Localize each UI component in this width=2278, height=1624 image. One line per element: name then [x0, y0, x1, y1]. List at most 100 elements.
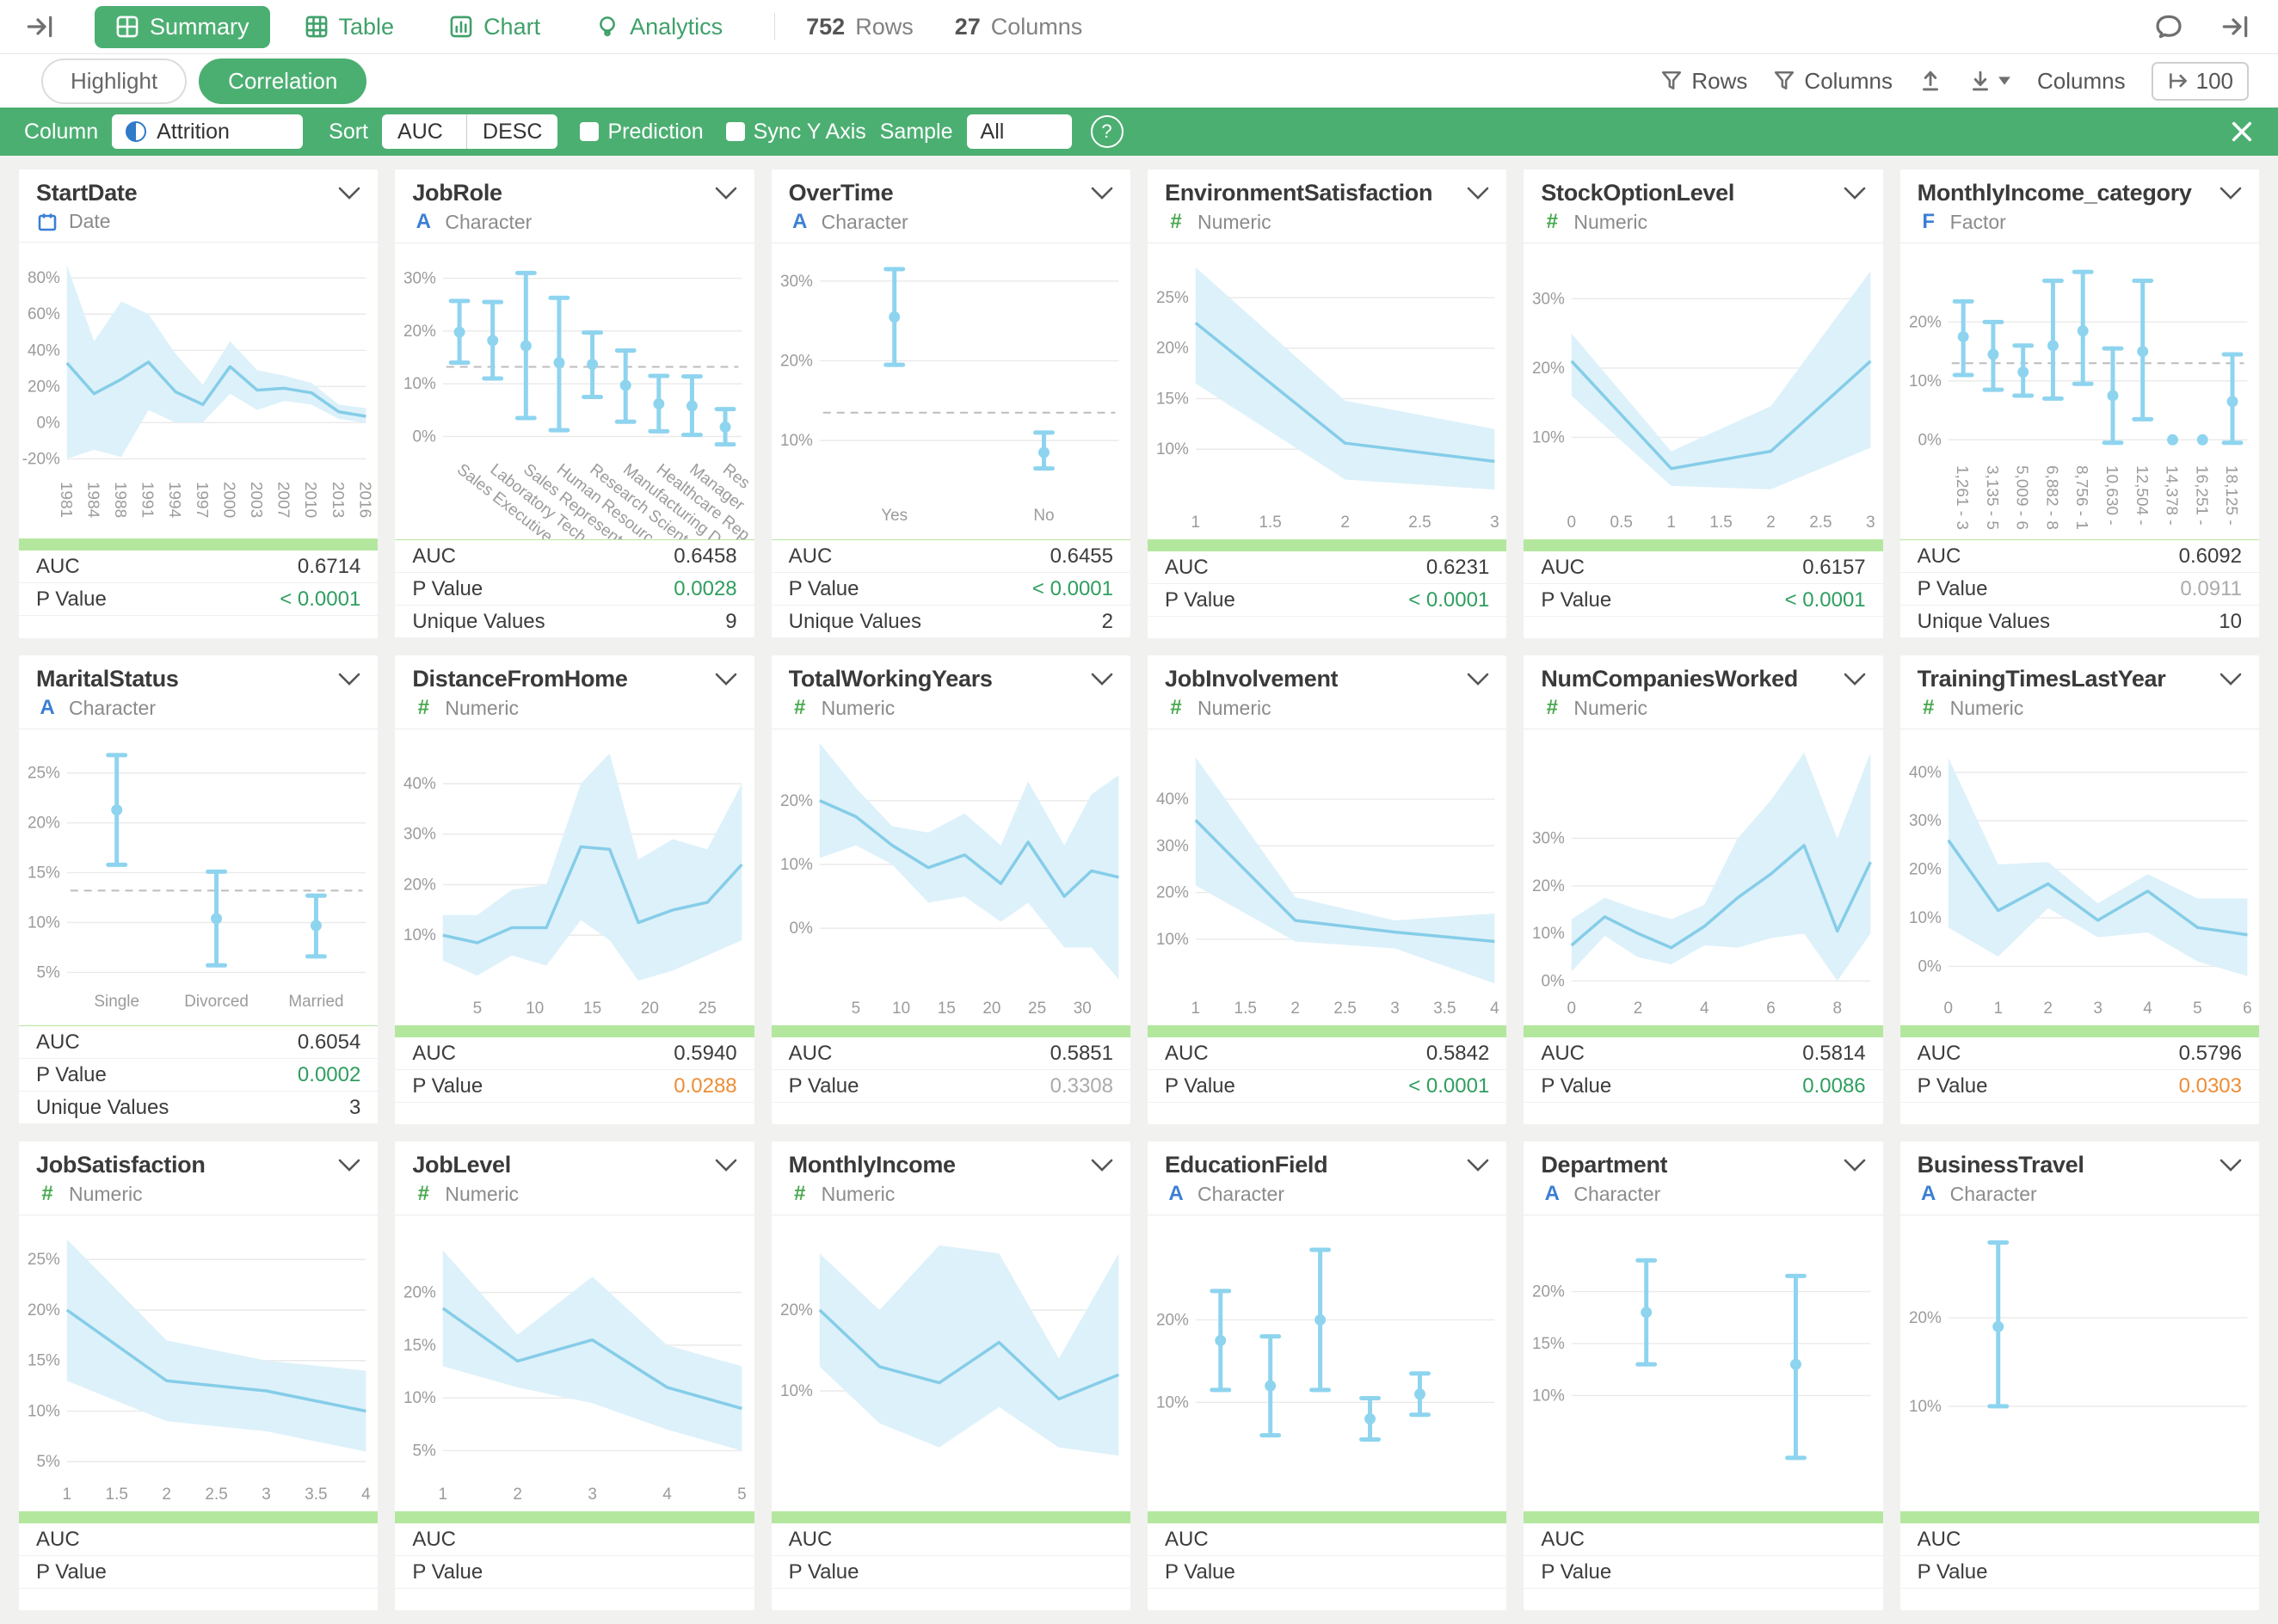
- svg-text:25%: 25%: [28, 1251, 60, 1269]
- chevron-down-icon[interactable]: [2220, 1159, 2242, 1172]
- svg-text:1: 1: [439, 1486, 448, 1504]
- tab-summary[interactable]: Summary: [95, 6, 270, 48]
- pvalue-value: < 0.0001: [1408, 588, 1489, 612]
- svg-text:15%: 15%: [403, 1337, 436, 1355]
- column-chart[interactable]: 10%20%: [1900, 1215, 2259, 1511]
- chevron-down-icon[interactable]: [338, 1159, 360, 1172]
- chevron-down-icon[interactable]: [1844, 187, 1866, 200]
- column-chart[interactable]: 5%10%15%20%12345: [395, 1215, 754, 1511]
- tab-analytics[interactable]: Analytics: [575, 6, 743, 48]
- svg-text:10%: 10%: [403, 1389, 436, 1407]
- svg-text:0: 0: [1943, 1000, 1953, 1018]
- chevron-down-icon[interactable]: [715, 1159, 737, 1172]
- sync-y-axis-checkbox[interactable]: [726, 122, 745, 141]
- svg-text:0%: 0%: [1918, 957, 1941, 975]
- svg-text:1988: 1988: [111, 482, 129, 518]
- column-chart[interactable]: 0%10%20%51015202530: [772, 729, 1130, 1025]
- collapse-right-icon[interactable]: [2221, 13, 2252, 40]
- svg-text:18,125 -: 18,125 -: [2222, 465, 2240, 526]
- chevron-down-icon[interactable]: [1091, 1159, 1113, 1172]
- filter-columns-button[interactable]: Columns: [1773, 68, 1893, 95]
- column-chart[interactable]: 0%10%20%30%02468: [1524, 729, 1882, 1025]
- stat-pvalue: P Value 0.0911: [1900, 573, 2259, 606]
- column-chart[interactable]: 10%20%30%YesNo: [772, 243, 1130, 539]
- auc-progress-bar: [19, 538, 378, 551]
- chevron-down-icon[interactable]: [2220, 673, 2242, 686]
- chevron-down-icon[interactable]: [1844, 1159, 1866, 1172]
- chevron-down-icon[interactable]: [2220, 187, 2242, 200]
- sort-by-value[interactable]: AUC: [382, 114, 466, 149]
- chevron-down-icon[interactable]: [1467, 187, 1489, 200]
- svg-text:20%: 20%: [780, 792, 813, 810]
- top-bar: Summary Table Chart Analytics 752 Rows 2…: [0, 0, 2278, 54]
- comment-icon[interactable]: [2154, 14, 2183, 40]
- column-select-value: Attrition: [157, 120, 230, 145]
- column-chart[interactable]: -20%0%20%40%60%80%1981198419881991199419…: [19, 243, 378, 538]
- chevron-down-icon[interactable]: [1091, 673, 1113, 686]
- column-card: JobSatisfaction # Numeric 5%10%15%20%25%…: [19, 1141, 378, 1610]
- column-chart[interactable]: 10%20%: [1148, 1215, 1506, 1511]
- chevron-down-icon[interactable]: [1467, 1159, 1489, 1172]
- svg-text:10%: 10%: [403, 375, 436, 393]
- column-card: EducationField A Character 10%20% AUC P …: [1148, 1141, 1506, 1610]
- column-chart[interactable]: 0%10%20%1,261 - 33,135 - 55,009 - 66,882…: [1900, 243, 2259, 539]
- column-chart[interactable]: 10%15%20%25%11.522.53: [1148, 243, 1506, 539]
- svg-text:1994: 1994: [165, 482, 183, 518]
- auc-value: 0.6157: [1802, 556, 1865, 580]
- svg-text:2.5: 2.5: [1810, 514, 1832, 532]
- card-header: JobRole A Character: [395, 169, 754, 243]
- sort-direction-value[interactable]: DESC: [467, 114, 557, 149]
- svg-text:20%: 20%: [28, 1301, 60, 1320]
- column-chart[interactable]: 10%20%30%40%11.522.533.54: [1148, 729, 1506, 1025]
- tab-analytics-label: Analytics: [630, 14, 723, 40]
- chevron-down-icon[interactable]: [715, 187, 737, 200]
- chevron-down-icon[interactable]: [338, 673, 360, 686]
- svg-text:20%: 20%: [28, 815, 60, 833]
- svg-text:1: 1: [1993, 1000, 2003, 1018]
- filter-rows-button[interactable]: Rows: [1660, 68, 1747, 95]
- tab-chart[interactable]: Chart: [428, 6, 561, 48]
- help-icon[interactable]: ?: [1091, 115, 1124, 148]
- prediction-checkbox[interactable]: [580, 122, 599, 141]
- svg-text:10%: 10%: [1909, 372, 1942, 391]
- column-chart[interactable]: 5%10%15%20%25%11.522.533.54: [19, 1215, 378, 1511]
- upload-icon[interactable]: [1918, 69, 1942, 93]
- column-chart[interactable]: 0%10%20%30%Sales ExecutiveLaboratory Tec…: [395, 243, 754, 539]
- column-chart[interactable]: 5%10%15%20%25%SingleDivorcedMarried: [19, 729, 378, 1025]
- card-title: JobInvolvement: [1165, 666, 1338, 692]
- divider: [774, 13, 775, 40]
- column-chart[interactable]: 10%20%: [772, 1215, 1130, 1511]
- chevron-down-icon[interactable]: [1844, 673, 1866, 686]
- column-type-label: Character: [69, 697, 156, 720]
- column-chart[interactable]: 10%15%20%: [1524, 1215, 1882, 1511]
- download-icon[interactable]: [1968, 69, 2011, 93]
- card-title: MonthlyIncome_category: [1918, 180, 2192, 206]
- collapse-left-icon[interactable]: [26, 13, 57, 40]
- sort-select[interactable]: AUC DESC: [382, 114, 557, 149]
- chevron-down-icon[interactable]: [338, 187, 360, 200]
- auc-label: AUC: [36, 555, 80, 579]
- auc-label: AUC: [412, 544, 456, 569]
- pvalue-label: P Value: [1918, 577, 1988, 601]
- tab-table[interactable]: Table: [284, 6, 416, 48]
- svg-text:20%: 20%: [1532, 1283, 1565, 1301]
- column-chart[interactable]: 0%10%20%30%40%0123456: [1900, 729, 2259, 1025]
- stat-pvalue: P Value: [1524, 1556, 1882, 1589]
- chevron-down-icon[interactable]: [715, 673, 737, 686]
- chevron-down-icon[interactable]: [1467, 673, 1489, 686]
- chevron-down-icon[interactable]: [1091, 187, 1113, 200]
- svg-text:3,135 - 5: 3,135 - 5: [1983, 465, 2001, 530]
- card-title: JobLevel: [412, 1152, 511, 1178]
- sample-select[interactable]: All: [967, 114, 1072, 149]
- auc-value: 0.6231: [1426, 556, 1489, 580]
- column-chart[interactable]: 10%20%30%00.511.522.53: [1524, 243, 1882, 539]
- column-chart[interactable]: 10%20%30%40%510152025: [395, 729, 754, 1025]
- close-icon[interactable]: [2230, 120, 2254, 144]
- correlation-button[interactable]: Correlation: [199, 58, 366, 104]
- highlight-button[interactable]: Highlight: [41, 58, 187, 104]
- cards-grid: StartDate Date -20%0%20%40%60%80%1981198…: [0, 156, 2278, 1624]
- column-select[interactable]: Attrition: [112, 114, 303, 149]
- column-type-label: Numeric: [822, 697, 896, 720]
- columns-limit-box[interactable]: 100: [2152, 62, 2249, 101]
- svg-text:3: 3: [588, 1486, 598, 1504]
